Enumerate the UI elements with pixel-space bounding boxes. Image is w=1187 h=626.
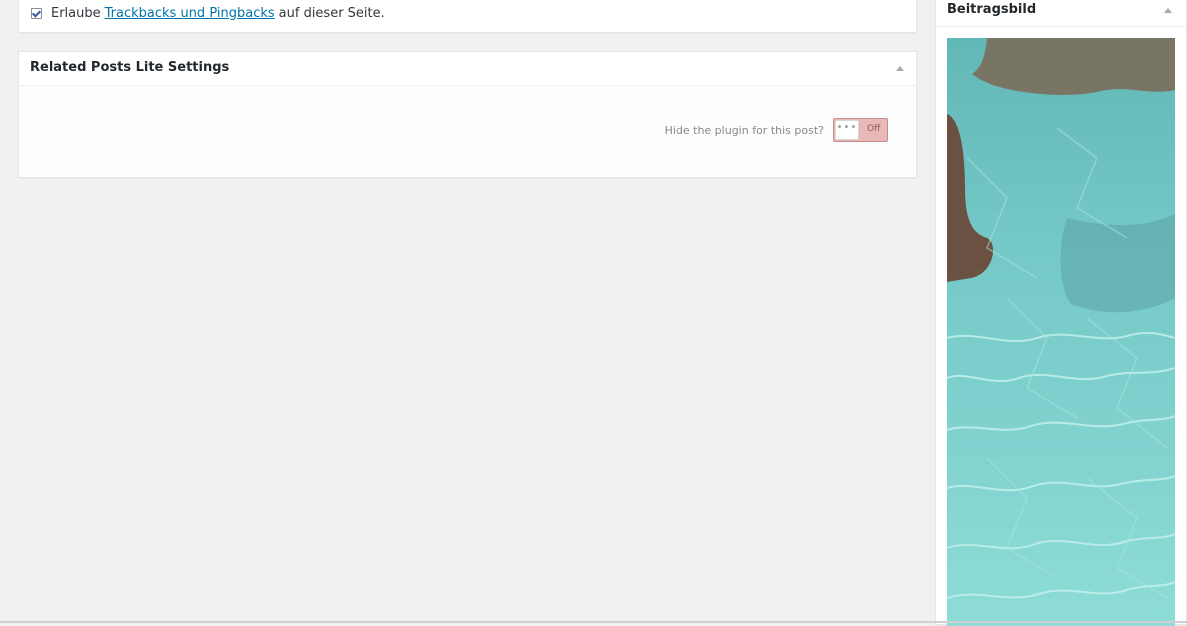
featured-image-title: Beitragsbild bbox=[947, 2, 1037, 17]
switch-off-label: Off bbox=[867, 124, 881, 134]
related-posts-title: Related Posts Lite Settings bbox=[30, 60, 230, 75]
related-posts-settings-panel: Related Posts Lite Settings Hide the plu… bbox=[18, 51, 917, 178]
trackbacks-link[interactable]: Trackbacks und Pingbacks bbox=[105, 6, 275, 21]
hide-plugin-switch[interactable]: ••• Off bbox=[833, 118, 888, 142]
collapse-toggle-icon[interactable] bbox=[896, 66, 904, 71]
related-posts-body: Hide the plugin for this post? ••• Off bbox=[19, 86, 916, 177]
hide-plugin-row: Hide the plugin for this post? ••• Off bbox=[665, 118, 888, 142]
featured-image-thumbnail[interactable] bbox=[947, 38, 1175, 626]
featured-image-header[interactable]: Beitragsbild bbox=[936, 0, 1186, 27]
collapse-toggle-icon[interactable] bbox=[1164, 8, 1172, 13]
allow-text-before: Erlaube bbox=[51, 5, 101, 21]
hide-plugin-label: Hide the plugin for this post? bbox=[664, 123, 824, 137]
featured-image-panel: Beitragsbild bbox=[935, 0, 1187, 626]
allow-trackbacks-checkbox[interactable] bbox=[31, 7, 42, 19]
pool-water-image bbox=[947, 38, 1175, 626]
related-posts-header[interactable]: Related Posts Lite Settings bbox=[19, 52, 916, 86]
allow-text-after: auf dieser Seite. bbox=[278, 5, 385, 21]
switch-knob[interactable]: ••• bbox=[835, 120, 859, 140]
allow-trackbacks-row: Erlaube Trackbacks und Pingbacks auf die… bbox=[31, 5, 385, 21]
discussion-panel: Erlaube Trackbacks und Pingbacks auf die… bbox=[18, 0, 917, 33]
